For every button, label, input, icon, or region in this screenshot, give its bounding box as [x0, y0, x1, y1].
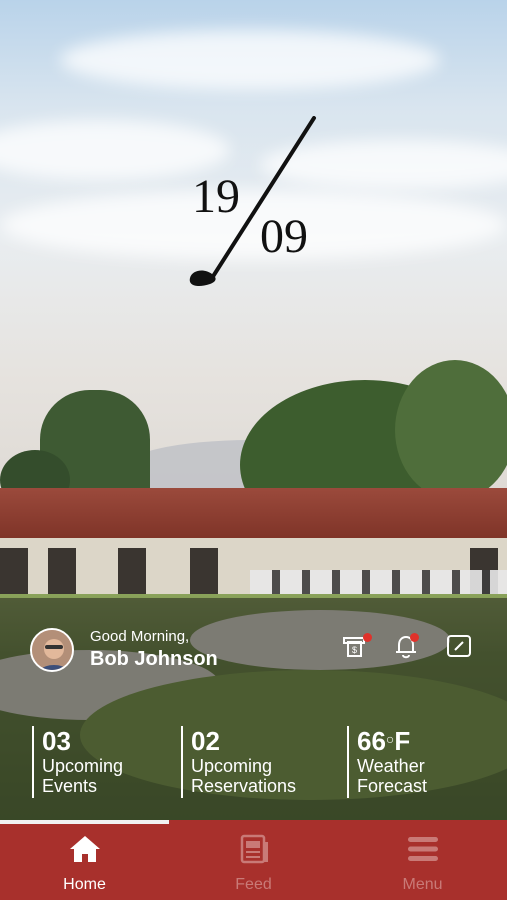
upcoming-events-stat[interactable]: 03 Upcoming Events	[32, 726, 170, 798]
greeting-bar: Good Morning, Bob Johnson $	[30, 628, 477, 676]
notifications-badge	[410, 633, 419, 642]
summary-stats: 03 Upcoming Events 02 Upcoming Reservati…	[0, 722, 507, 802]
edit-button[interactable]	[445, 632, 473, 660]
weather-label-line1: Weather	[357, 756, 425, 776]
logo-top-number: 19	[192, 170, 240, 223]
clubhouse-door	[118, 548, 146, 594]
weather-temperature: 66○F	[357, 726, 497, 756]
svg-text:$: $	[352, 645, 357, 655]
clubhouse-roof	[0, 488, 507, 540]
active-tab-indicator	[0, 820, 169, 824]
reservations-label-line1: Upcoming	[191, 756, 273, 776]
edit-icon	[447, 635, 471, 657]
events-label-line1: Upcoming	[42, 756, 124, 776]
nav-menu-label: Menu	[402, 876, 443, 893]
clubhouse-door	[0, 548, 28, 594]
clubhouse-window	[190, 548, 218, 594]
palm-tree	[395, 360, 507, 500]
reservations-label-line2: Reservations	[191, 776, 297, 796]
statement-button[interactable]: $	[342, 632, 372, 660]
golf-club-head-icon	[189, 270, 216, 286]
greeting-salutation: Good Morning,	[90, 628, 190, 645]
weather-label-line2: Forecast	[357, 776, 428, 796]
reservations-count: 02	[191, 726, 220, 756]
nav-home[interactable]: Home	[0, 828, 169, 898]
temperature-value: 66	[357, 726, 386, 756]
degree-symbol: ○	[385, 731, 395, 747]
temperature-unit: F	[394, 726, 411, 756]
weather-forecast-stat[interactable]: 66○F Weather Forecast	[347, 726, 497, 798]
home-icon	[70, 836, 100, 862]
nav-home-label: Home	[63, 876, 106, 893]
avatar[interactable]	[30, 628, 74, 672]
nav-feed[interactable]: Feed	[169, 828, 338, 898]
feed-icon	[240, 834, 268, 864]
statement-badge	[363, 633, 372, 642]
golf-carts	[250, 570, 507, 594]
logo-bottom-number: 09	[260, 210, 308, 263]
events-count: 03	[42, 726, 71, 756]
nav-feed-label: Feed	[235, 876, 272, 893]
menu-icon	[408, 837, 438, 861]
upcoming-reservations-stat[interactable]: 02 Upcoming Reservations	[181, 726, 341, 798]
bottom-navigation: Home Feed Menu	[0, 820, 507, 900]
member-name: Bob Johnson	[90, 648, 218, 670]
clubhouse-door	[48, 548, 76, 594]
user-photo-icon	[32, 630, 72, 670]
club-logo: 19 09	[189, 116, 316, 286]
nav-menu[interactable]: Menu	[338, 828, 507, 898]
cloud	[60, 30, 440, 90]
events-label-line2: Events	[42, 776, 98, 796]
notifications-button[interactable]	[393, 632, 421, 660]
